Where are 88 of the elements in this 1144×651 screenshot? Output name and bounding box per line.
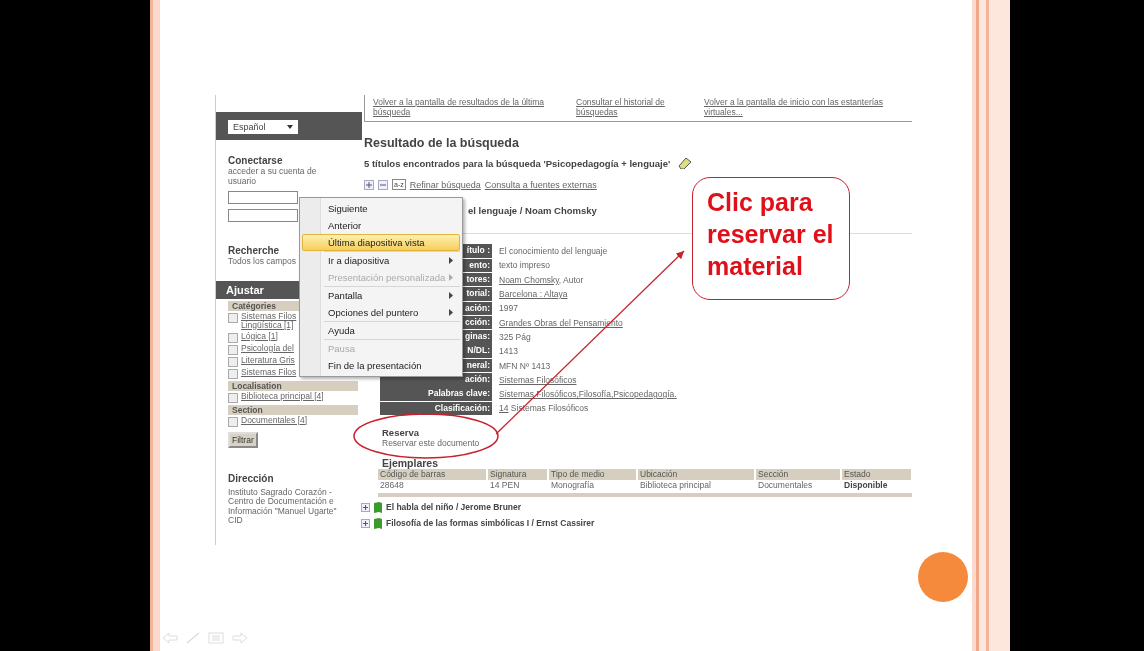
table-cell-text: Disponible	[843, 479, 889, 491]
search-scope: Todos los campos	[228, 257, 297, 267]
submenu-arrow-icon	[449, 257, 453, 264]
facet-link[interactable]: Sistemas Filos	[241, 311, 297, 321]
field-link[interactable]: 14	[499, 403, 509, 414]
collapse-icon[interactable]	[378, 179, 388, 190]
column-header: Estado	[842, 468, 912, 480]
table-cell-text: Biblioteca principal	[639, 479, 712, 491]
facet-heading: Section	[228, 404, 358, 415]
caret-icon	[287, 125, 293, 129]
eraser-icon[interactable]	[678, 157, 693, 169]
checkbox[interactable]	[228, 368, 238, 379]
field-label: Palabras clave:	[380, 387, 492, 401]
username-field[interactable]	[228, 191, 298, 204]
table-cell-text: 14 PEN	[489, 479, 521, 491]
book-icon	[374, 501, 382, 513]
submenu-arrow-icon	[449, 309, 453, 316]
results-summary: 5 títulos encontrados para la búsqueda 'Psicopedagogía + lenguaje'	[364, 157, 671, 169]
search-title: Recherche	[228, 244, 280, 257]
address-line: CID	[228, 516, 243, 526]
facet-link[interactable]: Lógica [1]	[241, 331, 278, 341]
field-label: Clasificación:	[380, 401, 492, 416]
password-field[interactable]	[228, 209, 298, 222]
column-header: Ubicación	[638, 468, 756, 480]
results-title: Resultado de la búsqueda	[364, 136, 520, 150]
result-title[interactable]: El habla del niño / Jerome Bruner	[386, 502, 522, 513]
book-icon	[374, 517, 382, 529]
facet-link[interactable]: Lingüística [1]	[241, 321, 297, 331]
callout-text: Clic para reservar el material	[692, 177, 850, 300]
address-title: Dirección	[228, 471, 274, 485]
address-line: Centro de Documentación e	[228, 497, 334, 507]
decorative-circle	[918, 552, 968, 602]
tool-link[interactable]: Consulta a fuentes externas	[484, 179, 597, 190]
reserve-title: Reserva	[382, 426, 420, 438]
field-value: texto impreso	[499, 260, 551, 271]
pen-icon[interactable]	[186, 632, 200, 644]
language-select[interactable]: Español	[228, 120, 298, 134]
field-value: 325 Pág	[499, 331, 531, 342]
field-value: MFN Nº 1413	[499, 360, 551, 371]
navigation-link[interactable]: Consultar el historial de búsquedas	[576, 98, 704, 117]
checkbox[interactable]	[228, 356, 238, 367]
facet-link[interactable]: Literatura Gris	[241, 355, 295, 365]
checkbox[interactable]	[228, 392, 238, 403]
address-line: Información "Manuel Ugarte"	[228, 506, 337, 516]
facet-link[interactable]: Documentales [4]	[241, 415, 308, 425]
menu-item[interactable]: Siguiente	[302, 200, 460, 217]
login-title: Conectarse	[228, 154, 283, 167]
field-link[interactable]: Sistemas Filosóficos,Filosofía,Psicopedagogía.	[499, 389, 677, 400]
field-value: 1997	[499, 303, 518, 314]
facet-link[interactable]: Psicología del	[241, 343, 294, 353]
copies-title: Ejemplares	[382, 456, 440, 469]
column-header: Código de barras	[378, 468, 488, 480]
checkbox[interactable]	[228, 344, 238, 355]
tool-link[interactable]: Refinar búsqueda	[409, 179, 481, 190]
facet-heading: Localisation	[228, 380, 358, 391]
menu-item[interactable]: Anterior	[302, 217, 460, 234]
submenu-arrow-icon	[449, 274, 453, 281]
result-title[interactable]: Filosofía de las formas simbólicas I / Ernst Cassirer	[386, 518, 595, 529]
field-value: 1413	[499, 346, 518, 357]
field-link[interactable]: Barcelona : Altaya	[499, 289, 568, 300]
filter-button[interactable]: Filtrar	[228, 431, 258, 448]
navigation-link[interactable]: Volver a la pantalla de resultados de la última búsqueda	[373, 98, 576, 117]
field-value: El conocimiento del lenguaje	[499, 246, 608, 257]
expand-icon[interactable]	[364, 179, 374, 190]
back-arrow-icon[interactable]	[162, 632, 178, 644]
menu-item[interactable]: Última diapositiva vista	[302, 234, 460, 251]
facet-link[interactable]: Biblioteca principal [4]	[241, 391, 324, 401]
expand-icon[interactable]	[361, 518, 370, 528]
address-line: Instituto Sagrado Corazón -	[228, 487, 332, 497]
checkbox[interactable]	[228, 332, 238, 343]
navigation-link[interactable]: Volver a la pantalla de inicio con las estanterías virtuales...	[704, 98, 905, 117]
field-link[interactable]: Noam Chomsky	[499, 274, 559, 285]
column-header: Tipo de medio	[549, 468, 638, 480]
facet-link[interactable]: Sistemas Filos	[241, 367, 297, 377]
submenu-arrow-icon	[449, 292, 453, 299]
forward-arrow-icon[interactable]	[232, 632, 248, 644]
checkbox[interactable]	[228, 416, 238, 427]
column-header: Sección	[756, 468, 842, 480]
column-header: Signatura	[488, 468, 549, 480]
table-cell-text: Monografía	[550, 479, 595, 491]
expand-icon[interactable]	[361, 502, 370, 512]
record-title[interactable]: el lenguaje / Noam Chomsky	[468, 205, 597, 216]
reserve-link[interactable]: Reservar este documento	[382, 437, 912, 448]
login-description: acceder a su cuenta de usuario	[228, 167, 318, 186]
table-cell-text: Documentales	[757, 479, 814, 491]
table-cell-text: 28648	[379, 479, 405, 491]
checkbox[interactable]	[228, 312, 238, 323]
menu-icon[interactable]	[208, 632, 224, 644]
